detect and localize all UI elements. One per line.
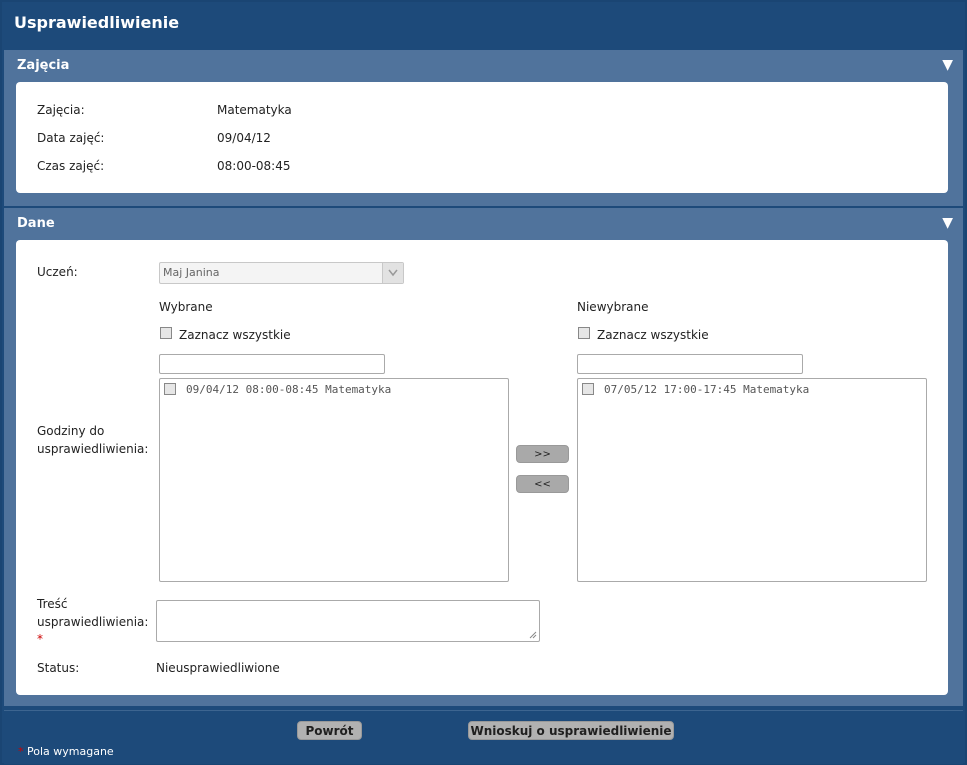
student-label: Uczeń: — [37, 265, 78, 279]
request-justification-button[interactable]: Wnioskuj o usprawiedliwienie — [468, 721, 674, 740]
lesson-info-card — [16, 82, 948, 193]
hours-label-line2: usprawiedliwienia: — [37, 442, 149, 456]
list-item-checkbox[interactable] — [164, 383, 176, 395]
select-all-unselected-checkbox[interactable] — [578, 327, 590, 339]
student-select[interactable]: Maj Janina — [159, 262, 404, 284]
unselected-column-title: Niewybrane — [577, 300, 649, 314]
content-label-line1: Treść — [37, 597, 68, 611]
select-all-unselected-label: Zaznacz wszystkie — [597, 328, 709, 342]
justification-content-textarea[interactable] — [156, 600, 540, 642]
lesson-label: Zajęcia: — [37, 103, 85, 117]
content-label-line2: usprawiedliwienia: — [37, 615, 149, 629]
collapse-triangle-icon[interactable]: ▼ — [942, 215, 953, 231]
lesson-value: Matematyka — [217, 103, 292, 117]
lesson-time-label: Czas zajęć: — [37, 159, 105, 173]
list-item-text: 09/04/12 08:00-08:45 Matematyka — [186, 383, 392, 396]
selected-hours-list[interactable]: 09/04/12 08:00-08:45 Matematyka — [159, 378, 509, 582]
footer-bar: Powrót Wnioskuj o usprawiedliwienie * Po… — [4, 710, 963, 764]
required-star: * — [18, 745, 24, 758]
unselected-filter-input[interactable] — [577, 354, 803, 374]
lesson-time-value: 08:00-08:45 — [217, 159, 291, 173]
section-title-zajecia: Zajęcia — [17, 58, 70, 73]
move-left-button[interactable]: << — [516, 475, 569, 493]
chevron-down-icon[interactable] — [382, 263, 403, 283]
student-select-value: Maj Janina — [163, 266, 220, 279]
selected-column-title: Wybrane — [159, 300, 213, 314]
lesson-date-label: Data zajęć: — [37, 131, 105, 145]
content-required-star: * — [37, 632, 43, 646]
unselected-hours-list[interactable]: 07/05/12 17:00-17:45 Matematyka — [577, 378, 927, 582]
section-title-dane: Dane — [17, 216, 55, 231]
resize-grip-icon[interactable] — [529, 631, 537, 639]
move-right-button[interactable]: >> — [516, 445, 569, 463]
required-fields-note: * Pola wymagane — [18, 745, 114, 758]
list-item-checkbox[interactable] — [582, 383, 594, 395]
window-title-bar: Usprawiedliwienie — [2, 2, 965, 48]
collapse-triangle-icon[interactable]: ▼ — [942, 57, 953, 73]
status-value: Nieusprawiedliwione — [156, 661, 280, 675]
select-all-selected-checkbox[interactable] — [160, 327, 172, 339]
hours-label-line1: Godziny do — [37, 424, 105, 438]
section-header-dane[interactable]: Dane ▼ — [4, 208, 963, 240]
list-item-text: 07/05/12 17:00-17:45 Matematyka — [604, 383, 810, 396]
lesson-date-value: 09/04/12 — [217, 131, 271, 145]
section-header-zajecia[interactable]: Zajęcia ▼ — [4, 50, 963, 82]
window-title: Usprawiedliwienie — [14, 13, 180, 32]
status-label: Status: — [37, 661, 80, 675]
back-button[interactable]: Powrót — [297, 721, 362, 740]
required-note-text: Pola wymagane — [27, 745, 114, 758]
selected-filter-input[interactable] — [159, 354, 385, 374]
select-all-selected-label: Zaznacz wszystkie — [179, 328, 291, 342]
